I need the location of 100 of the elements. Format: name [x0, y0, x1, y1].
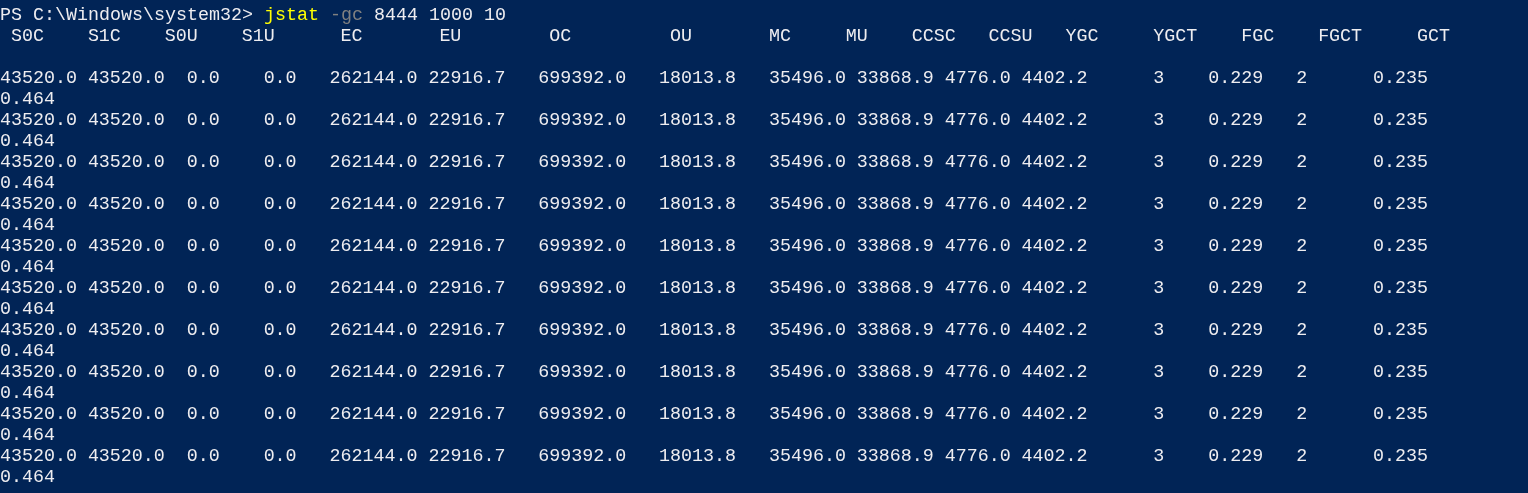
output-value: 0.229 — [1208, 152, 1264, 173]
output-value: 0.464 — [0, 467, 55, 488]
output-value: 2 — [1296, 278, 1308, 299]
output-value: 18013.8 — [659, 362, 736, 383]
output-value: 35496.0 — [768, 320, 846, 341]
output-value: 0.235 — [1373, 236, 1428, 257]
output-value: 33868.9 — [856, 110, 934, 131]
output-value: 22916.7 — [428, 68, 506, 89]
output-value: 4402.2 — [1021, 446, 1088, 467]
output-value: 0.464 — [0, 425, 55, 446]
output-value: 0.235 — [1373, 362, 1428, 383]
output-value: 0.229 — [1208, 362, 1264, 383]
output-value: 4776.0 — [944, 278, 1011, 299]
output-value: 33868.9 — [856, 446, 934, 467]
output-value: 0.0 — [263, 110, 297, 131]
output-value: 22916.7 — [428, 404, 506, 425]
header-field: S1C — [87, 26, 121, 47]
output-value: 43520.0 — [0, 152, 77, 173]
header-field: S0U — [164, 26, 198, 47]
output-value: 43520.0 — [87, 446, 165, 467]
output-value: 2 — [1296, 194, 1308, 215]
output-value: 33868.9 — [856, 278, 934, 299]
output-value: 0.229 — [1208, 446, 1264, 467]
output-value: 22916.7 — [428, 362, 506, 383]
output-value: 2 — [1296, 110, 1308, 131]
output-value: 0.235 — [1373, 194, 1428, 215]
output-value: 4402.2 — [1021, 110, 1088, 131]
output-value: 699392.0 — [538, 404, 627, 425]
output-value: 0.0 — [186, 362, 220, 383]
output-value: 0.229 — [1208, 278, 1264, 299]
output-value: 3 — [1153, 194, 1165, 215]
output-value: 18013.8 — [659, 236, 736, 257]
output-value: 699392.0 — [538, 68, 627, 89]
header-field: YGC — [1065, 26, 1099, 47]
output-value: 4402.2 — [1021, 362, 1088, 383]
output-value: 33868.9 — [856, 362, 934, 383]
output-value: 0.0 — [186, 68, 220, 89]
output-value: 4776.0 — [944, 68, 1011, 89]
output-value: 2 — [1296, 152, 1308, 173]
output-value: 699392.0 — [538, 446, 627, 467]
output-value: 35496.0 — [768, 362, 846, 383]
output-value: 0.0 — [186, 236, 220, 257]
header-field: MC — [768, 26, 791, 47]
output-value: 43520.0 — [87, 194, 165, 215]
output-value: 2 — [1296, 320, 1308, 341]
output-value: 4776.0 — [944, 236, 1011, 257]
output-value: 0.0 — [263, 194, 297, 215]
output-value: 0.464 — [0, 341, 55, 362]
output-value: 43520.0 — [87, 236, 165, 257]
output-value: 0.229 — [1208, 68, 1264, 89]
output-value: 33868.9 — [856, 320, 934, 341]
output-value: 0.0 — [186, 320, 220, 341]
output-value: 0.229 — [1208, 110, 1264, 131]
header-field: S0C — [11, 26, 44, 47]
output-value: 22916.7 — [428, 194, 506, 215]
output-value: 4402.2 — [1021, 320, 1088, 341]
output-value: 43520.0 — [0, 68, 77, 89]
output-value: 35496.0 — [768, 68, 846, 89]
output-value: 2 — [1296, 446, 1308, 467]
output-value: 0.0 — [186, 446, 220, 467]
output-value: 0.235 — [1373, 404, 1428, 425]
output-value: 0.0 — [263, 68, 297, 89]
header-field: EC — [340, 26, 363, 47]
output-value: 43520.0 — [87, 320, 165, 341]
output-value: 0.0 — [186, 404, 220, 425]
output-value: 0.464 — [0, 257, 55, 278]
output-value: 262144.0 — [329, 236, 418, 257]
output-value: 0.235 — [1373, 320, 1428, 341]
output-value: 4402.2 — [1021, 278, 1088, 299]
output-value: 0.0 — [186, 194, 220, 215]
output-value: 4402.2 — [1021, 404, 1088, 425]
output-value: 0.464 — [0, 89, 55, 110]
output-value: 699392.0 — [538, 110, 627, 131]
output-value: 0.0 — [186, 110, 220, 131]
output-value: 4776.0 — [944, 152, 1011, 173]
output-value: 43520.0 — [0, 446, 77, 467]
output-value: 0.0 — [263, 152, 297, 173]
output-value: 4776.0 — [944, 362, 1011, 383]
output-value: 0.0 — [186, 278, 220, 299]
header-field: OC — [549, 26, 572, 47]
output-value: 43520.0 — [0, 362, 77, 383]
output-value: 43520.0 — [0, 236, 77, 257]
output-value: 18013.8 — [659, 320, 736, 341]
header-field: OU — [670, 26, 692, 47]
output-value: 35496.0 — [768, 404, 846, 425]
output-value: 262144.0 — [329, 362, 418, 383]
output-value: 3 — [1153, 278, 1165, 299]
output-value: 3 — [1153, 320, 1165, 341]
output-value: 3 — [1153, 404, 1165, 425]
output-value: 3 — [1153, 362, 1165, 383]
output-value: 4402.2 — [1021, 68, 1088, 89]
output-value: 0.0 — [263, 236, 297, 257]
output-value: 18013.8 — [659, 68, 736, 89]
header-field: S1U — [241, 26, 275, 47]
output-value: 35496.0 — [768, 110, 846, 131]
output-value: 4402.2 — [1021, 194, 1088, 215]
output-value: 3 — [1153, 68, 1165, 89]
output-value: 33868.9 — [856, 236, 934, 257]
output-value: 4776.0 — [944, 320, 1011, 341]
output-value: 699392.0 — [538, 152, 627, 173]
